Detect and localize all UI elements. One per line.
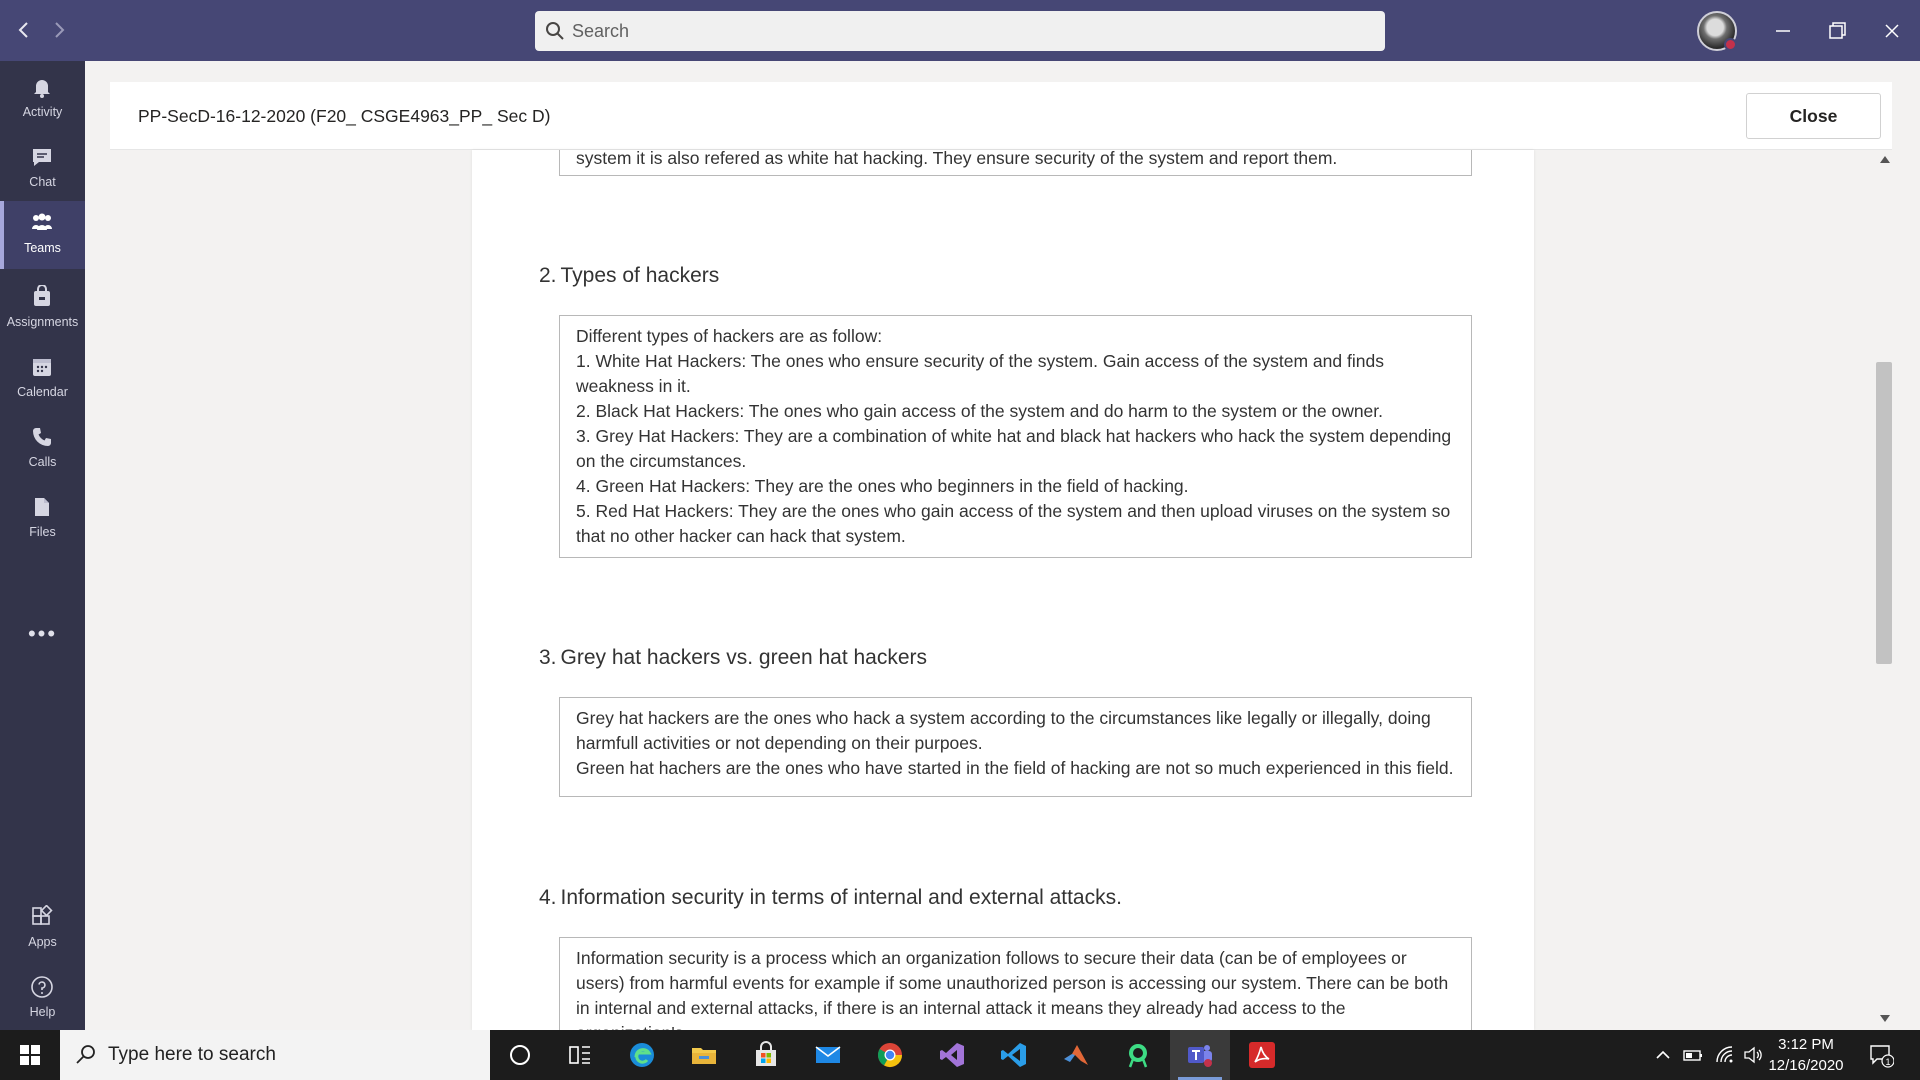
restore-icon[interactable] (1820, 14, 1854, 48)
scroll-down-icon[interactable] (1880, 1015, 1890, 1022)
rail-item-assignments[interactable]: Assignments (0, 275, 85, 343)
question-title: Information security in terms of interna… (560, 886, 1122, 909)
document-header: PP-SecD-16-12-2020 (F20_ CSGE4963_PP_ Se… (110, 82, 1892, 150)
document-page[interactable]: system it is also refered as white hat h… (472, 150, 1534, 1030)
question-number: 4. (539, 886, 557, 909)
wifi-icon[interactable] (1714, 1044, 1736, 1066)
more-apps-icon[interactable]: ••• (0, 621, 85, 647)
taskbar-search-input[interactable] (108, 1030, 478, 1080)
rail-item-files[interactable]: Files (0, 485, 85, 553)
windows-start-icon[interactable] (0, 1030, 60, 1080)
search-icon (545, 21, 565, 41)
acrobat-reader-icon[interactable] (1232, 1030, 1292, 1080)
back-arrow-icon[interactable] (14, 18, 34, 42)
scrollbar-thumb[interactable] (1876, 362, 1892, 664)
assignments-icon (30, 284, 54, 309)
page-title: PP-SecD-16-12-2020 (F20_ CSGE4963_PP_ Se… (138, 106, 551, 126)
teams-icon (30, 211, 54, 235)
taskbar-search[interactable] (60, 1030, 490, 1080)
windows-taskbar: 3:12 PM 12/16/2020 1 (0, 1030, 1920, 1080)
rail-item-calls[interactable]: Calls (0, 415, 85, 483)
rail-item-apps[interactable]: Apps (0, 895, 85, 963)
answer-line: 1. White Hat Hackers: The ones who ensur… (576, 351, 1384, 396)
answer-line: Grey hat hackers are the ones who hack a… (576, 708, 1431, 753)
question-heading: 2. Types of hackers (539, 264, 719, 288)
edge-browser-icon[interactable] (612, 1030, 672, 1080)
title-bar (0, 0, 1920, 61)
rail-item-teams[interactable]: Teams (0, 201, 85, 269)
active-indicator (0, 201, 4, 269)
answer-line: Different types of hackers are as follow… (576, 326, 883, 346)
battery-icon[interactable] (1682, 1044, 1704, 1066)
cortana-icon[interactable] (490, 1030, 550, 1080)
rail-label: Activity (22, 105, 63, 119)
question-title: Types of hackers (560, 264, 720, 287)
rail-label: Chat (29, 175, 56, 189)
answer-box[interactable]: system it is also refered as white hat h… (559, 150, 1472, 176)
vscode-icon[interactable] (984, 1030, 1044, 1080)
rail-label: Files (29, 525, 56, 539)
answer-line: 3. Grey Hat Hackers: They are a combinat… (576, 426, 1452, 471)
teams-app-icon[interactable] (1170, 1030, 1230, 1080)
close-button[interactable]: Close (1746, 93, 1881, 139)
rail-label: Calls (28, 455, 57, 469)
forward-arrow-icon[interactable] (49, 18, 69, 42)
apps-icon (30, 904, 54, 929)
answer-line: 5. Red Hat Hackers: They are the ones wh… (576, 501, 1451, 546)
help-icon (30, 975, 54, 999)
bell-icon (30, 75, 54, 99)
file-explorer-icon[interactable] (674, 1030, 734, 1080)
store-icon[interactable] (736, 1030, 796, 1080)
answer-line: Information security is a process which … (576, 948, 1449, 1030)
search-box[interactable] (535, 11, 1385, 51)
matlab-icon[interactable] (1046, 1030, 1106, 1080)
answer-box[interactable]: Grey hat hackers are the ones who hack a… (559, 697, 1472, 797)
android-studio-icon[interactable] (1108, 1030, 1168, 1080)
clock-date: 12/16/2020 (1768, 1057, 1844, 1074)
presence-status-badge (1724, 38, 1737, 51)
question-number: 3. (539, 646, 557, 669)
search-icon (74, 1043, 98, 1067)
task-view-icon[interactable] (550, 1030, 610, 1080)
minimize-icon[interactable] (1766, 14, 1800, 48)
taskbar-clock[interactable]: 3:12 PM 12/16/2020 (1756, 1034, 1856, 1076)
phone-icon (30, 425, 54, 449)
question-title: Grey hat hackers vs. green hat hackers (560, 646, 928, 669)
answer-line: Green hat hachers are the ones who have … (576, 758, 1454, 778)
calendar-icon (30, 355, 54, 379)
rail-label: Calendar (17, 385, 68, 399)
show-hidden-icons-icon[interactable] (1652, 1044, 1674, 1066)
answer-box[interactable]: Different types of hackers are as follow… (559, 315, 1472, 558)
clock-time: 3:12 PM (1778, 1036, 1834, 1053)
answer-text: system it is also refered as white hat h… (576, 150, 1338, 168)
mail-icon[interactable] (798, 1030, 858, 1080)
answer-box[interactable]: Information security is a process which … (559, 937, 1472, 1030)
rail-item-help[interactable]: Help (0, 965, 85, 1033)
rail-item-chat[interactable]: Chat (0, 135, 85, 203)
action-center-icon[interactable]: 1 (1868, 1042, 1895, 1068)
close-window-icon[interactable] (1875, 14, 1909, 48)
scroll-up-icon[interactable] (1880, 156, 1890, 163)
rail-item-calendar[interactable]: Calendar (0, 345, 85, 413)
answer-line: 2. Black Hat Hackers: The ones who gain … (576, 401, 1384, 421)
question-heading: 4. Information security in terms of inter… (539, 886, 1122, 910)
rail-label: Apps (28, 935, 57, 949)
file-icon (30, 495, 54, 519)
app-rail: Activity Chat Teams Assignments Calendar… (0, 61, 85, 1030)
answer-line: 4. Green Hat Hackers: They are the ones … (576, 476, 1189, 496)
chrome-icon[interactable] (860, 1030, 920, 1080)
question-heading: 3. Grey hat hackers vs. green hat hackers (539, 646, 927, 670)
rail-label: Help (29, 1005, 56, 1019)
rail-label: Teams (24, 241, 61, 255)
rail-label: Assignments (6, 315, 79, 329)
chat-icon (30, 145, 54, 169)
question-number: 2. (539, 264, 557, 287)
search-input[interactable] (572, 11, 1372, 51)
rail-item-activity[interactable]: Activity (0, 65, 85, 133)
visual-studio-icon[interactable] (922, 1030, 982, 1080)
notification-count: 1 (1885, 1057, 1890, 1067)
